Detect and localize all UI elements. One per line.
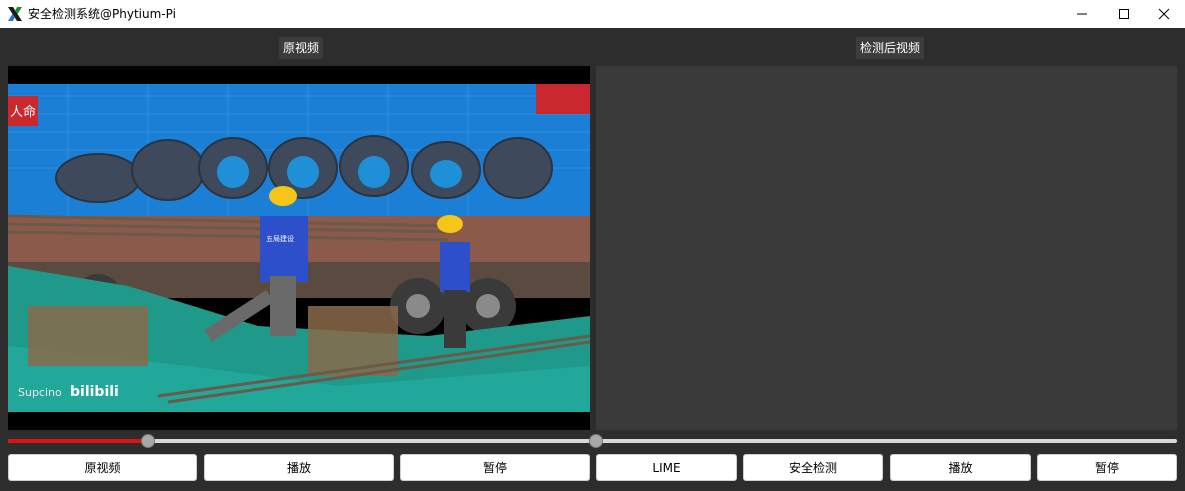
watermark-supcino: Supcino (18, 386, 62, 399)
video-frame: 人命 五局建设 Supcino bilibili (8, 66, 590, 430)
sign-text: 人命 (10, 104, 36, 120)
close-icon (1158, 8, 1170, 20)
app-logo-icon (8, 7, 22, 21)
original-video-label: 原视频 (279, 37, 324, 59)
original-video-button[interactable]: 原视频 (8, 454, 197, 481)
slider-handle[interactable] (140, 434, 155, 448)
watermark-bilibili: bilibili (70, 384, 119, 400)
play-left-button[interactable]: 播放 (204, 454, 394, 481)
detected-video-label: 检测后视频 (856, 37, 925, 59)
detected-video-progress-slider[interactable] (589, 434, 1177, 448)
maximize-button[interactable] (1102, 0, 1146, 28)
progress-fill (8, 439, 148, 443)
original-video-progress-slider[interactable] (8, 434, 590, 448)
maximize-icon (1119, 9, 1129, 19)
minimize-button[interactable] (1060, 0, 1104, 28)
original-video-view[interactable]: 人命 五局建设 Supcino bilibili (8, 66, 590, 430)
play-right-button[interactable]: 播放 (890, 454, 1031, 481)
window-title: 安全检测系统@Phytium-Pi (28, 7, 176, 21)
slider-handle[interactable] (589, 434, 603, 448)
minimize-icon (1077, 13, 1087, 15)
title-bar: 安全检测系统@Phytium-Pi (0, 0, 1185, 28)
close-button[interactable] (1142, 0, 1185, 28)
pause-right-button[interactable]: 暂停 (1037, 454, 1177, 481)
safety-detection-button[interactable]: 安全检测 (743, 454, 883, 481)
detected-video-view[interactable] (596, 66, 1177, 430)
pause-left-button[interactable]: 暂停 (400, 454, 590, 481)
lime-button[interactable]: LIME (596, 454, 737, 481)
vest-text: 五局建设 (266, 234, 294, 243)
main-panel: 原视频 检测后视频 人命 五局建设 Supcino bilibili 原视频 播… (0, 28, 1185, 491)
